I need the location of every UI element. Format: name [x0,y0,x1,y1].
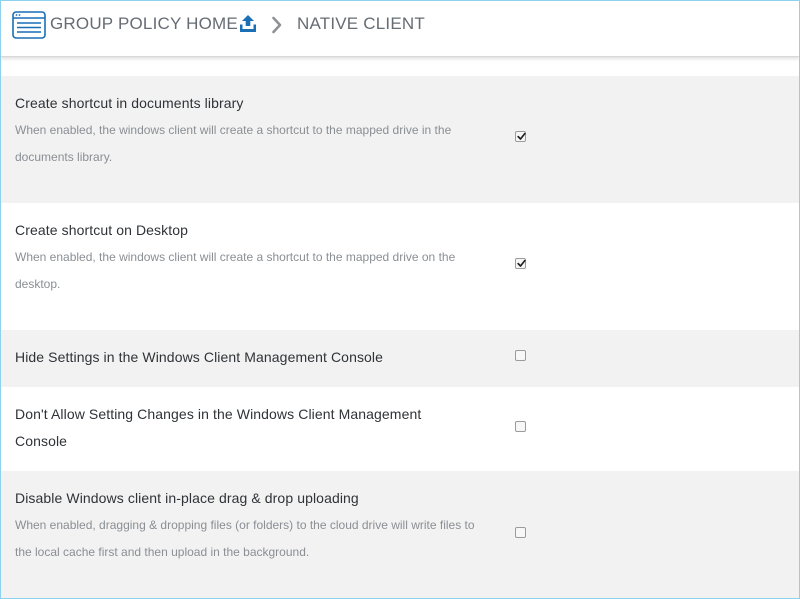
breadcrumb-home[interactable]: GROUP POLICY HOME [50,14,238,34]
page-header: GROUP POLICY HOME NATIVE CLIENT [1,1,799,57]
setting-title: Disable Windows client in-place drag & d… [15,490,359,506]
documents-shortcut-checkbox[interactable] [515,131,526,142]
setting-row-documents-shortcut: Create shortcut in documents library Whe… [1,76,799,203]
setting-row-hide-settings: Hide Settings in the Windows Client Mana… [1,330,799,387]
upload-icon[interactable] [239,14,257,33]
setting-title: Create shortcut in documents library [15,95,244,111]
app-frame: GROUP POLICY HOME NATIVE CLIENT Create s… [0,0,800,599]
checkmark-icon [517,132,526,140]
setting-row-disable-drag-drop: Disable Windows client in-place drag & d… [1,471,799,598]
breadcrumb-current: NATIVE CLIENT [297,14,425,33]
disallow-changes-checkbox[interactable] [515,421,526,432]
setting-title: Create shortcut on Desktop [15,222,189,238]
hide-settings-checkbox[interactable] [515,350,526,361]
disable-drag-drop-checkbox[interactable] [515,527,526,538]
setting-title: Hide Settings in the Windows Client Mana… [15,349,384,365]
setting-description: When enabled, dragging & dropping files … [15,518,475,559]
settings-list: Create shortcut in documents library Whe… [1,57,799,598]
setting-row-disallow-changes: Don't Allow Setting Changes in the Windo… [1,387,799,471]
checkmark-icon [517,259,526,267]
desktop-shortcut-checkbox[interactable] [515,258,526,269]
chevron-right-icon [272,16,282,34]
setting-title: Don't Allow Setting Changes in the Windo… [15,406,422,449]
browser-window-icon [12,11,46,39]
setting-row-desktop-shortcut: Create shortcut on Desktop When enabled,… [1,203,799,330]
setting-description: When enabled, the windows client will cr… [15,250,456,291]
setting-description: When enabled, the windows client will cr… [15,123,452,164]
